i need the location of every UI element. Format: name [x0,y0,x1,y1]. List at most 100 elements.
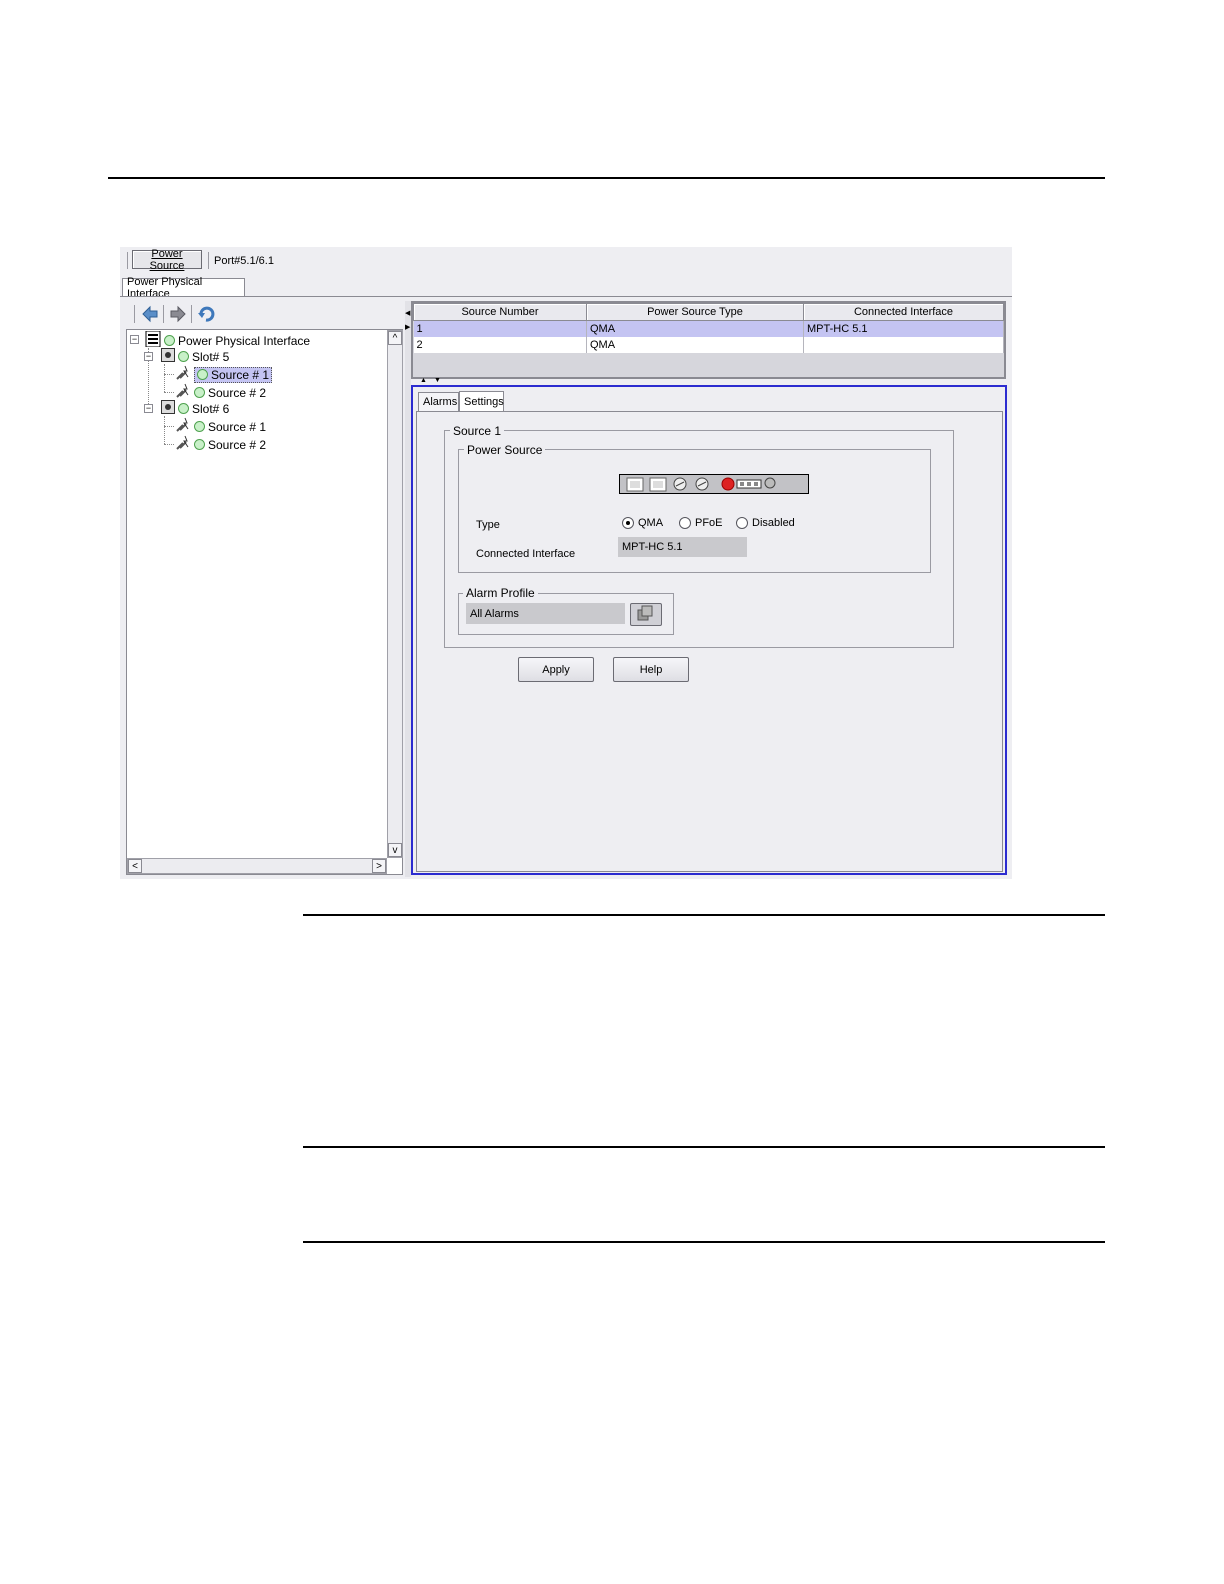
tab-settings[interactable]: Settings [459,391,504,412]
tree-node-slot5-source-1[interactable]: Source # 1 [175,365,273,384]
type-radio-qma[interactable]: QMA [622,517,663,529]
collapse-right-icon[interactable]: ▶ [405,323,410,331]
table-cell: 2 [413,337,587,353]
split-up-icon[interactable]: ▲ [420,377,427,384]
port-label: Port#5.1/6.1 [214,255,274,267]
nav-separator [191,305,192,323]
tree-line [164,416,165,444]
tree-line [164,374,174,375]
status-led-icon [194,387,205,398]
apply-button[interactable]: Apply [518,657,594,682]
tree-node-label: Source # 2 [208,385,267,400]
tree-node-label: Source # 2 [208,437,267,452]
status-led-icon [194,439,205,450]
table-cell: MPT-HC 5.1 [803,320,1004,337]
radio-button[interactable] [736,517,748,529]
toolbar-separator [208,252,209,269]
alarm-profile-browse-button[interactable] [630,603,662,626]
top-rule [108,177,1105,179]
power-plug-icon [175,435,191,454]
tree-node-label: Slot# 6 [192,401,230,416]
alarm-profile-field: All Alarms [466,603,625,624]
table-row[interactable]: 2 QMA [413,337,1004,353]
help-button[interactable]: Help [613,657,689,682]
source-table: Source Number Power Source Type Connecte… [413,303,1004,353]
tree-node-label: Power Physical Interface [178,333,311,348]
tab-power-physical-interface[interactable]: Power Physical Interface [122,276,245,300]
column-header-source-number[interactable]: Source Number [413,303,587,321]
table-cell: QMA [586,337,804,353]
radio-button[interactable] [679,517,691,529]
tree-node-label: Slot# 5 [192,349,230,364]
table-cell: QMA [586,320,804,337]
back-arrow-icon[interactable] [141,305,159,326]
scroll-down-icon[interactable]: v [388,843,402,857]
type-radio-disabled[interactable]: Disabled [736,517,795,529]
rule-1 [303,914,1105,916]
slot-card-icon [161,400,175,417]
alarm-profile-legend: Alarm Profile [463,586,538,600]
nav-separator [163,305,164,323]
status-led-icon [194,421,205,432]
status-led-icon [178,403,189,414]
tree-line [164,426,174,427]
nav-separator [134,305,135,323]
slot-card-icon [161,348,175,365]
tab-label: Settings [464,396,504,408]
tree-node-label: Source # 1 [208,419,267,434]
power-source-button[interactable]: Power Source [132,247,202,272]
nav-toolbar [126,301,406,329]
tab-label: Alarms [423,396,458,408]
tree-node-slot6-source-1[interactable]: Source # 1 [175,417,266,436]
scroll-left-icon[interactable]: < [128,859,142,873]
toolbar-separator [127,252,128,269]
status-led-icon [164,335,175,346]
column-header-power-source-type[interactable]: Power Source Type [586,303,804,321]
radio-button[interactable] [622,517,634,529]
tree-node-slot-5[interactable]: Slot# 5 [161,348,229,365]
table-row[interactable]: 1 QMA MPT-HC 5.1 [413,320,1004,337]
tree-node-slot-6[interactable]: Slot# 6 [161,400,229,417]
radio-label: PFoE [695,517,723,529]
type-label: Type [476,519,500,531]
tree-line [164,392,174,393]
source-table-panel: Source Number Power Source Type Connecte… [411,301,1006,379]
tree-line [164,444,174,445]
collapse-toggle[interactable]: − [144,404,153,413]
table-cell [803,337,1004,353]
power-plug-icon [175,417,191,436]
tree-horizontal-scrollbar[interactable]: < > [127,858,387,874]
tree-line [164,364,165,392]
detail-panel: Alarms Settings Source 1 Power Source Ty… [411,385,1007,875]
radio-label: QMA [638,517,664,529]
tree-node-label: Source # 1 [211,367,270,382]
power-plug-icon [175,365,191,384]
scroll-up-icon[interactable]: ^ [388,331,402,345]
refresh-icon[interactable] [197,305,215,326]
radio-label: Disabled [752,517,795,529]
type-radio-pfoe[interactable]: PFoE [679,517,723,529]
settings-content: Source 1 Power Source Type QMA PFoE Disa… [416,411,1003,872]
power-source-label: Power Source [149,247,185,272]
tab-alarms[interactable]: Alarms [418,392,459,411]
source-group-legend: Source 1 [450,424,505,438]
scroll-right-icon[interactable]: > [372,859,386,873]
status-led-icon [197,369,208,380]
connected-interface-field: MPT-HC 5.1 [618,537,747,557]
column-header-connected-interface[interactable]: Connected Interface [803,303,1004,321]
tree-panel: − Power Physical Interface − Slot# 5 Sou… [126,329,403,875]
collapse-toggle[interactable]: − [144,352,153,361]
port-panel-icon [619,474,809,494]
rule-2 [303,1146,1105,1148]
connected-interface-label: Connected Interface [476,548,576,560]
forward-arrow-icon[interactable] [169,305,187,326]
table-cell: 1 [413,320,587,337]
tree-vertical-scrollbar[interactable]: ^ v [387,330,403,858]
app-window: Power Source Port#5.1/6.1 Power Physical… [120,247,1012,879]
collapse-left-icon[interactable]: ◀ [405,309,410,317]
tab-content-border [120,296,1012,297]
split-down-icon[interactable]: ▼ [434,377,441,384]
tree-node-slot6-source-2[interactable]: Source # 2 [175,435,266,454]
selected-node-highlight: Source # 1 [194,366,273,383]
collapse-toggle[interactable]: − [130,335,139,344]
